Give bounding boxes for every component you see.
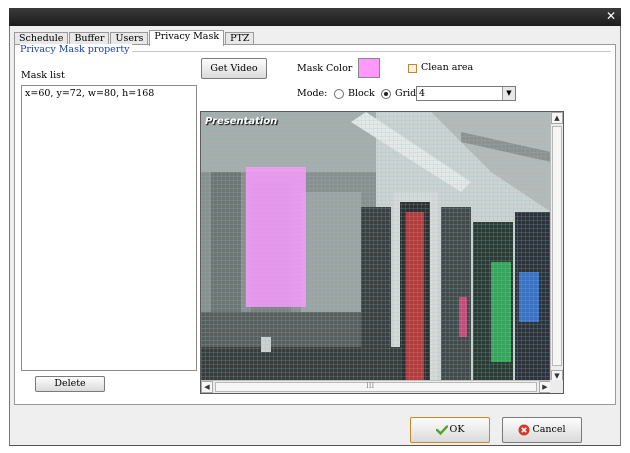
cancel-label: Cancel <box>532 424 566 435</box>
window-titlebar: ✕ <box>9 8 621 26</box>
horizontal-scroll-thumb[interactable]: III <box>215 382 537 392</box>
mask-color-label: Mask Color <box>297 63 353 74</box>
tab-privacy-mask[interactable]: Privacy Mask <box>149 30 225 46</box>
close-icon[interactable]: ✕ <box>606 9 616 23</box>
dialog-window: Schedule Buffer Users Privacy Mask PTZ P… <box>9 26 621 446</box>
check-icon <box>435 424 448 435</box>
tab-strip: Schedule Buffer Users Privacy Mask PTZ <box>14 30 255 46</box>
video-preview[interactable]: Presentation ▲ ▼ ◀ III ▶ <box>200 111 564 394</box>
presentation-label: Presentation <box>205 116 278 127</box>
clean-area-label: Clean area <box>421 62 474 73</box>
cancel-button[interactable]: Cancel <box>502 417 582 443</box>
cancel-icon <box>518 424 530 435</box>
scroll-corner <box>550 380 563 393</box>
group-divider <box>111 51 611 52</box>
privacy-mask-panel: Privacy Mask property Mask list x=60, y=… <box>14 44 616 405</box>
mode-block-radio[interactable] <box>334 89 344 99</box>
clean-area-checkbox[interactable] <box>408 64 417 73</box>
scroll-up-icon[interactable]: ▲ <box>551 112 563 124</box>
video-image <box>201 112 551 382</box>
mask-list[interactable]: x=60, y=72, w=80, h=168 <box>21 85 197 371</box>
mode-grid-label: Grid <box>395 88 417 99</box>
mask-list-label: Mask list <box>21 70 65 81</box>
ok-button[interactable]: OK <box>410 417 490 443</box>
grid-size-select[interactable]: 4 ▼ <box>416 86 516 101</box>
vertical-scroll-thumb[interactable] <box>552 126 562 366</box>
scroll-left-icon[interactable]: ◀ <box>201 381 213 393</box>
mode-grid-radio[interactable] <box>381 89 391 99</box>
scroll-grip: III <box>366 382 375 390</box>
list-item[interactable]: x=60, y=72, w=80, h=168 <box>25 88 193 99</box>
delete-button[interactable]: Delete <box>35 376 105 392</box>
mode-label: Mode: <box>297 88 328 99</box>
grid-size-value: 4 <box>419 88 426 99</box>
mask-color-swatch[interactable] <box>358 58 380 78</box>
horizontal-scrollbar[interactable]: ◀ III ▶ <box>201 380 551 393</box>
group-title: Privacy Mask property <box>20 44 132 55</box>
mode-block-label: Block <box>348 88 375 99</box>
get-video-button[interactable]: Get Video <box>201 58 267 79</box>
chevron-down-icon[interactable]: ▼ <box>502 87 515 100</box>
vertical-scrollbar[interactable]: ▲ ▼ <box>550 112 563 382</box>
ok-label: OK <box>449 424 465 435</box>
